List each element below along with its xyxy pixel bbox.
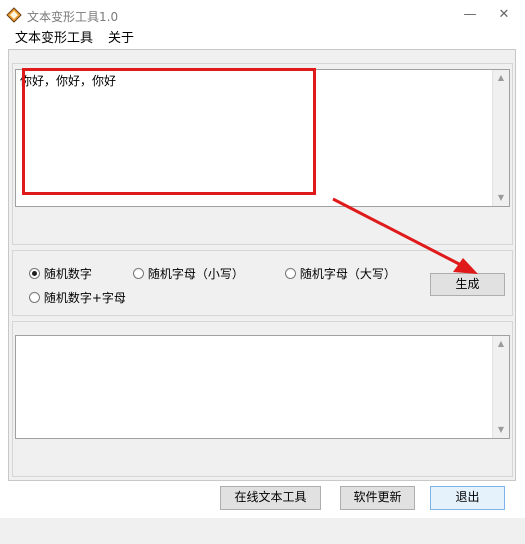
radio-button-icon[interactable] (29, 268, 40, 279)
minimize-button[interactable]: — (460, 6, 480, 24)
radio-button-icon[interactable] (133, 268, 144, 279)
radio-label: 随机数字 (43, 267, 92, 281)
software-update-button[interactable]: 软件更新 (340, 486, 415, 510)
input-scrollbar[interactable]: ▲ ▼ (492, 70, 509, 206)
radio-label: 随机字母（大写） (299, 267, 396, 281)
output-textarea[interactable]: ▲ ▼ (15, 335, 510, 439)
output-scrollbar[interactable]: ▲ ▼ (492, 336, 509, 438)
exit-button[interactable]: 退出 (430, 486, 505, 510)
radio-random-uppercase[interactable]: 随机字母（大写） (285, 265, 396, 282)
scroll-down-arrow-icon[interactable]: ▼ (493, 422, 509, 438)
scroll-up-arrow-icon[interactable]: ▲ (493, 336, 509, 352)
radio-random-digits[interactable]: 随机数字 (29, 265, 92, 282)
radio-button-icon[interactable] (29, 292, 40, 303)
radio-random-digits-letters[interactable]: 随机数字+字母 (29, 289, 126, 306)
status-bar (0, 518, 525, 544)
online-text-tools-button[interactable]: 在线文本工具 (220, 486, 321, 510)
generate-button[interactable]: 生成 (430, 273, 505, 296)
menu-bar: 文本变形工具 关于 (0, 28, 525, 74)
menu-item-text-transform[interactable]: 文本变形工具 (11, 30, 97, 48)
title-bar: 文本变形工具1.0 — ✕ (0, 0, 525, 30)
radio-label: 随机数字+字母 (43, 291, 126, 305)
annotation-highlight-box (22, 68, 316, 195)
radio-label: 随机字母（小写） (147, 267, 244, 281)
menu-item-about[interactable]: 关于 (104, 30, 138, 48)
scroll-up-arrow-icon[interactable]: ▲ (493, 70, 509, 86)
close-button[interactable]: ✕ (494, 6, 514, 24)
scroll-down-arrow-icon[interactable]: ▼ (493, 190, 509, 206)
radio-random-lowercase[interactable]: 随机字母（小写） (133, 265, 244, 282)
window-title: 文本变形工具1.0 (27, 10, 119, 24)
app-icon (6, 7, 22, 23)
radio-button-icon[interactable] (285, 268, 296, 279)
